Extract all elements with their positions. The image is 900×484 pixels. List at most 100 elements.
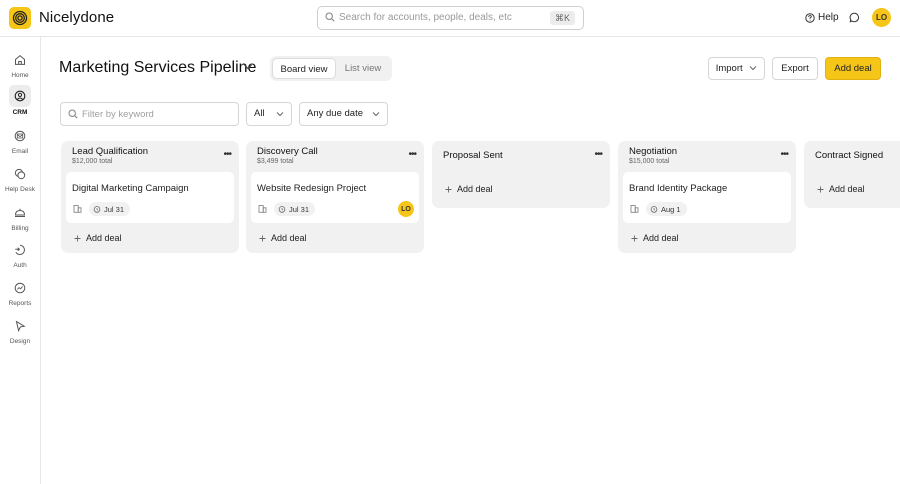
due-date-select-value: Any due date (307, 108, 363, 119)
search-placeholder: Search for accounts, people, deals, etc (339, 12, 512, 23)
plus-icon (74, 235, 81, 241)
deal-due-date-text: Jul 31 (289, 204, 310, 214)
list-view-tab[interactable]: List view (336, 58, 390, 79)
column-add-deal-button[interactable]: Add deal (804, 170, 900, 208)
chat-bubble-icon (849, 12, 860, 23)
auth-icon (10, 240, 30, 260)
alarm-clock-icon (650, 206, 658, 213)
pipeline-column: Proposal Sent ••• Add deal (432, 141, 610, 208)
column-add-deal-button[interactable]: Add deal (61, 223, 239, 253)
column-title: Negotiation (629, 146, 678, 157)
deal-title: Website Redesign Project (257, 183, 367, 194)
keyword-filter-input[interactable]: Filter by keyword (60, 102, 239, 126)
email-icon (10, 126, 30, 146)
search-icon (68, 109, 78, 119)
sidebar-item-billing[interactable]: Billing (0, 203, 40, 232)
alarm-clock-icon (278, 206, 286, 213)
pipeline-column: Discovery Call $3,499 total ••• Website … (246, 141, 424, 253)
sidebar-item-email[interactable]: Email (0, 126, 40, 155)
column-more-icon[interactable]: ••• (408, 149, 416, 160)
logo-spiral-icon (12, 10, 28, 26)
user-avatar[interactable]: LO (872, 8, 891, 27)
due-date-select[interactable]: Any due date (299, 102, 388, 126)
help-button[interactable]: Help (805, 12, 839, 23)
import-label: Import (715, 63, 743, 74)
page-title: Marketing Services Pipeline (59, 59, 257, 76)
column-add-deal-button[interactable]: Add deal (618, 223, 796, 253)
app-name: Nicelydone (39, 9, 115, 26)
messages-button[interactable] (849, 12, 860, 26)
column-more-icon[interactable]: ••• (594, 149, 602, 160)
app-logo[interactable] (9, 7, 31, 29)
add-deal-label: Add deal (457, 184, 493, 194)
column-total: $12,000 total (72, 158, 113, 165)
billing-icon (10, 203, 30, 223)
sidebar-item-label: Billing (11, 225, 29, 232)
deal-card[interactable]: Digital Marketing Campaign Jul 31 (66, 172, 234, 223)
deal-owner-avatar[interactable]: LO (398, 201, 414, 217)
column-header: Discovery Call $3,499 total ••• (246, 141, 424, 170)
crm-icon (9, 85, 31, 107)
sidebar: Home CRM Email Help Desk Billing Auth Re… (0, 37, 41, 484)
sidebar-item-label: Design (9, 338, 31, 345)
deal-due-date: Aug 1 (646, 202, 687, 216)
deal-title: Brand Identity Package (629, 183, 728, 194)
plus-icon (817, 186, 824, 192)
deal-due-date-text: Aug 1 (661, 204, 681, 214)
global-search[interactable]: Search for accounts, people, deals, etc … (317, 6, 584, 30)
alarm-clock-icon (93, 206, 101, 213)
building-icon (258, 205, 267, 213)
column-add-deal-button[interactable]: Add deal (246, 223, 424, 253)
column-header: Proposal Sent ••• (432, 141, 610, 170)
add-deal-label: Add deal (271, 233, 307, 243)
sidebar-item-help-desk[interactable]: Help Desk (0, 164, 40, 193)
help-desk-icon (10, 164, 30, 184)
column-more-icon[interactable]: ••• (223, 149, 231, 160)
help-label: Help (818, 12, 839, 23)
sidebar-item-crm[interactable]: CRM (0, 85, 40, 116)
scope-select-value: All (254, 108, 265, 119)
design-icon (10, 316, 30, 336)
column-title: Discovery Call (257, 146, 318, 157)
pipeline-column: Lead Qualification $12,000 total ••• Dig… (61, 141, 239, 253)
deal-title: Digital Marketing Campaign (72, 183, 189, 194)
deal-card[interactable]: Website Redesign Project Jul 31 LO (251, 172, 419, 223)
add-deal-label: Add deal (829, 184, 865, 194)
scope-select[interactable]: All (246, 102, 292, 126)
sidebar-item-home[interactable]: Home (0, 50, 40, 79)
search-shortcut-badge: ⌘K (549, 11, 575, 25)
column-total: $15,000 total (629, 158, 670, 165)
home-icon (10, 50, 30, 70)
building-icon (630, 205, 639, 213)
import-button[interactable]: Import (708, 57, 765, 80)
plus-icon (445, 186, 452, 192)
column-more-icon[interactable]: ••• (780, 149, 788, 160)
reports-icon (10, 278, 30, 298)
pipeline-dropdown-chevron-icon[interactable] (243, 63, 253, 71)
deal-due-date-text: Jul 31 (104, 204, 125, 214)
column-add-deal-button[interactable]: Add deal (432, 170, 610, 208)
sidebar-item-label: Auth (13, 262, 27, 269)
deal-card[interactable]: Brand Identity Package Aug 1 (623, 172, 791, 223)
column-title: Contract Signed (815, 150, 884, 161)
chevron-down-icon (749, 66, 757, 71)
sidebar-item-label: CRM (12, 109, 28, 116)
export-button[interactable]: Export (772, 57, 818, 80)
sidebar-item-auth[interactable]: Auth (0, 240, 40, 269)
chevron-down-icon (276, 112, 284, 117)
sidebar-item-label: Help Desk (5, 186, 35, 193)
column-header: Lead Qualification $12,000 total ••• (61, 141, 239, 170)
keyword-filter-placeholder: Filter by keyword (82, 109, 154, 120)
column-total: $3,499 total (257, 158, 294, 165)
sidebar-item-label: Home (11, 72, 29, 79)
column-header: Contract Signed (804, 141, 900, 170)
sidebar-item-design[interactable]: Design (0, 316, 40, 345)
column-title: Proposal Sent (443, 150, 503, 161)
board-view-tab[interactable]: Board view (272, 58, 336, 79)
deal-due-date: Jul 31 (89, 202, 131, 216)
plus-icon (259, 235, 266, 241)
add-deal-button[interactable]: Add deal (825, 57, 881, 80)
pipeline-column: Contract Signed Add deal (804, 141, 900, 208)
plus-icon (631, 235, 638, 241)
sidebar-item-reports[interactable]: Reports (0, 278, 40, 307)
